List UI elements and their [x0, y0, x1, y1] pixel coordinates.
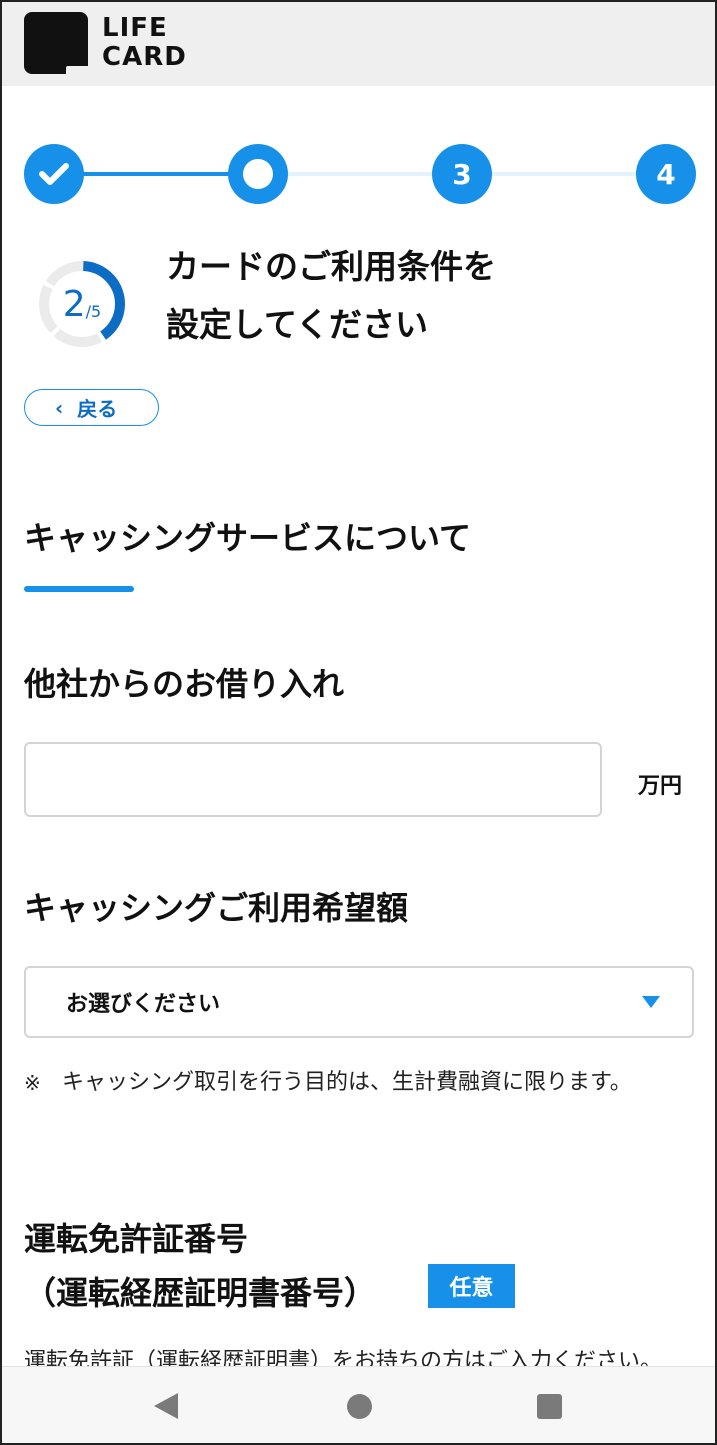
note-mark: ※ — [24, 1071, 41, 1095]
step-3: 3 — [432, 144, 492, 204]
section-title: キャッシングサービスについて — [24, 519, 472, 557]
page-title: カードのご利用条件を 設定してください — [166, 238, 686, 354]
progress-ring-label: 2 /5 — [36, 258, 128, 350]
cashing-note: ※ キャッシング取引を行う目的は、生計費融資に限ります。 — [24, 1064, 684, 1102]
page-title-line-2: 設定してください — [166, 305, 429, 344]
other-loans-unit: 万円 — [638, 774, 683, 799]
cashing-amount-label: キャッシングご利用希望額 — [24, 889, 409, 927]
step-4: 4 — [636, 144, 696, 204]
circle-home-icon[interactable] — [347, 1394, 372, 1419]
check-icon — [39, 163, 69, 185]
back-button-label: 戻る — [77, 397, 118, 421]
license-description: 運転免許証（運転経歴証明書）をお持ちの方はご入力ください。 — [24, 1349, 663, 1366]
license-label-line-2: （運転経歴証明書番号） — [24, 1274, 377, 1312]
cashing-amount-select[interactable]: お選びください — [24, 966, 694, 1038]
chevron-left-icon: ‹ — [55, 395, 64, 420]
cashing-amount-selected: お選びください — [66, 992, 221, 1017]
progress-total: /5 — [85, 301, 102, 321]
dropdown-arrow-icon — [642, 996, 660, 1008]
license-label: 運転免許証番号 （運転経歴証明書番号） — [24, 1212, 376, 1320]
step-2-current — [228, 144, 288, 204]
optional-badge: 任意 — [428, 1264, 515, 1308]
back-button[interactable]: ‹ 戻る — [24, 389, 159, 426]
triangle-back-icon[interactable] — [154, 1393, 178, 1419]
step-1-complete — [24, 144, 84, 204]
step-indicator: 3 4 — [24, 144, 696, 204]
section-underline — [24, 586, 134, 592]
logo-line-2: CARD — [102, 42, 187, 72]
progress-current: 2 — [62, 283, 86, 325]
app-header: LIFE CARD — [2, 2, 715, 86]
license-label-line-1: 運転免許証番号 — [24, 1220, 249, 1258]
other-loans-input[interactable] — [24, 742, 602, 817]
life-card-logo-icon — [24, 12, 88, 74]
note-text: キャッシング取引を行う目的は、生計費融資に限ります。 — [62, 1070, 632, 1095]
logo-line-1: LIFE — [102, 13, 168, 43]
current-step-dot — [243, 159, 273, 189]
page-title-line-1: カードのご利用条件を — [166, 247, 496, 286]
android-nav-bar — [2, 1366, 715, 1443]
logo-text: LIFE CARD — [102, 14, 187, 72]
app-screen: LIFE CARD 3 4 2 /5 カードのご利用条件を 設定してください ‹… — [0, 0, 717, 1445]
square-recents-icon[interactable] — [537, 1394, 562, 1419]
other-loans-label: 他社からのお借り入れ — [24, 665, 345, 703]
